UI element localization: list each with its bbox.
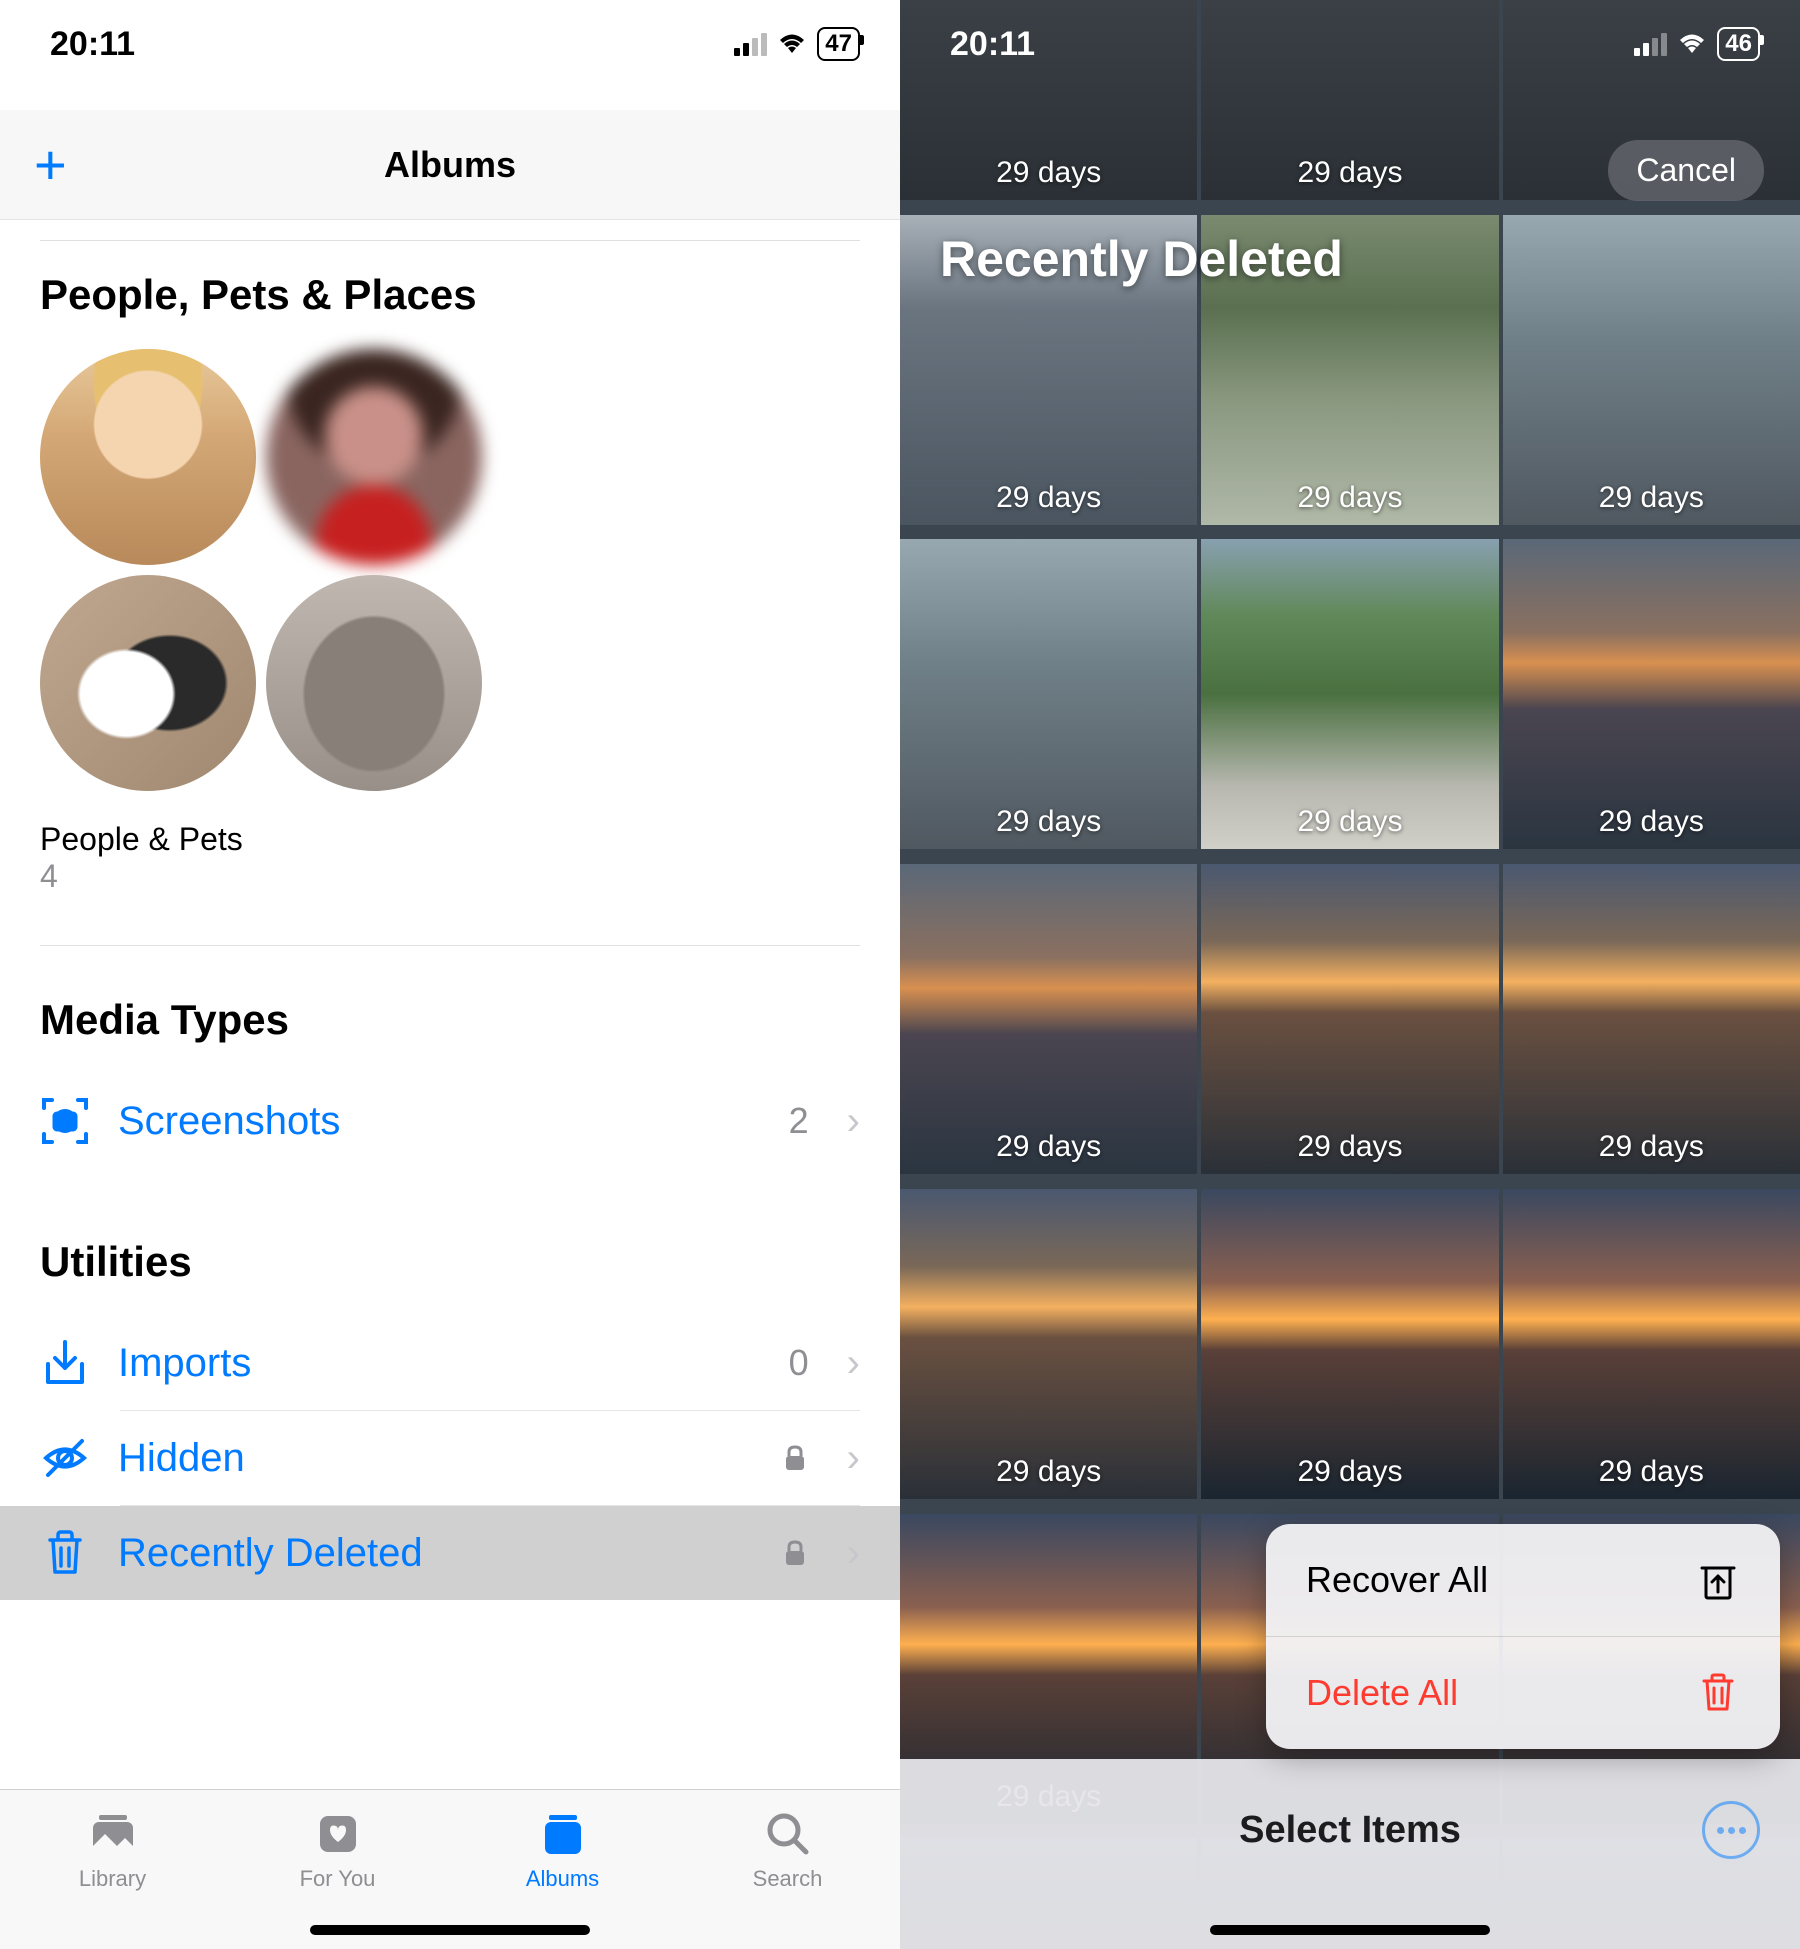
row-count: 0 [789,1342,809,1384]
action-sheet: Recover All Delete All [1266,1524,1780,1749]
row-label: Screenshots [118,1099,761,1144]
albums-icon [535,1806,591,1862]
screenshots-icon [40,1096,90,1146]
pet-avatar [266,575,482,791]
days-remaining: 29 days [1503,1455,1800,1489]
photo-thumb[interactable]: 29 days [1201,1189,1498,1499]
status-bar: 20:11 46 [900,0,1800,88]
battery-icon: 46 [1717,27,1760,61]
nav-header: + Albums [0,110,900,220]
chevron-right-icon: › [847,1341,860,1386]
days-remaining: 29 days [900,805,1197,839]
cellular-signal-icon [734,32,767,56]
wifi-icon [1677,32,1707,56]
status-bar: 20:11 47 [0,0,900,88]
recently-deleted-screen: 29 days 29 days 29 days 29 days 29 days … [900,0,1800,1949]
section-title-people: People, Pets & Places [0,271,900,349]
days-remaining: 29 days [1503,481,1800,515]
photo-thumb[interactable]: 29 days [1201,539,1498,849]
photo-thumb[interactable]: 29 days [1503,864,1800,1174]
tab-label: Search [753,1866,823,1892]
days-remaining: 29 days [1503,1130,1800,1164]
photo-thumb[interactable]: 29 days [1503,539,1800,849]
status-time: 20:11 [950,25,1035,64]
face-avatar [266,349,482,565]
photo-thumb[interactable]: 29 days [900,864,1197,1174]
albums-screen: 20:11 47 + Albums People, Pets & Places … [0,0,900,1949]
add-button[interactable]: + [34,132,67,197]
photo-thumb[interactable]: 29 days [900,539,1197,849]
recover-icon [1696,1558,1740,1602]
trash-icon [40,1528,90,1578]
status-indicators: 46 [1634,27,1760,61]
imports-icon [40,1338,90,1388]
bottom-toolbar: Select Items [900,1759,1800,1949]
photo-thumb[interactable]: 29 days [1503,1189,1800,1499]
days-remaining: 29 days [1201,1130,1498,1164]
days-remaining: 29 days [900,481,1197,515]
section-title-utilities: Utilities [0,1238,900,1316]
action-label: Delete All [1306,1672,1458,1714]
lock-icon [781,1444,809,1472]
row-label: Hidden [118,1436,753,1481]
recover-all-button[interactable]: Recover All [1266,1524,1780,1636]
photo-thumb[interactable]: 29 days [1503,215,1800,525]
home-indicator[interactable] [310,1925,590,1935]
tab-label: Library [79,1866,146,1892]
tab-label: Albums [526,1866,599,1892]
cancel-button[interactable]: Cancel [1608,140,1764,201]
action-label: Recover All [1306,1559,1488,1601]
battery-icon: 47 [817,27,860,61]
tab-library[interactable]: Library [28,1806,198,1949]
page-title: Albums [384,144,516,186]
chevron-right-icon: › [847,1099,860,1144]
search-icon [760,1806,816,1862]
for-you-icon [310,1806,366,1862]
row-imports[interactable]: Imports 0 › [0,1316,900,1410]
album-label: People & Pets [0,811,900,858]
home-indicator[interactable] [1210,1925,1490,1935]
content[interactable]: People, Pets & Places People & Pets 4 Me… [0,240,900,1789]
trash-icon [1696,1671,1740,1715]
days-remaining: 29 days [900,1130,1197,1164]
library-icon [85,1806,141,1862]
row-recently-deleted[interactable]: Recently Deleted › [0,1506,900,1600]
days-remaining: 29 days [1201,481,1498,515]
days-remaining: 29 days [1201,805,1498,839]
wifi-icon [777,32,807,56]
tab-bar: Library For You Albums Search [0,1789,900,1949]
tab-search[interactable]: Search [703,1806,873,1949]
status-indicators: 47 [734,27,860,61]
photo-thumb[interactable]: 29 days [900,1189,1197,1499]
people-album[interactable] [0,349,900,811]
row-count: 2 [789,1100,809,1142]
delete-all-button[interactable]: Delete All [1266,1636,1780,1749]
hidden-icon [40,1433,90,1483]
photo-thumb[interactable]: 29 days [1201,864,1498,1174]
select-items-button[interactable]: Select Items [1239,1809,1461,1852]
cellular-signal-icon [1634,32,1667,56]
pet-avatar [40,575,256,791]
section-title-media-types: Media Types [0,996,900,1074]
chevron-right-icon: › [847,1531,860,1576]
row-screenshots[interactable]: Screenshots 2 › [0,1074,900,1168]
row-hidden[interactable]: Hidden › [0,1411,900,1505]
chevron-right-icon: › [847,1436,860,1481]
tab-label: For You [300,1866,376,1892]
days-remaining: 29 days [900,156,1197,190]
days-remaining: 29 days [900,1455,1197,1489]
row-label: Imports [118,1341,761,1386]
face-avatar [40,349,256,565]
status-time: 20:11 [50,25,135,64]
days-remaining: 29 days [1503,805,1800,839]
days-remaining: 29 days [1201,156,1498,190]
page-title: Recently Deleted [940,230,1343,288]
album-count: 4 [0,858,900,945]
days-remaining: 29 days [1201,1455,1498,1489]
lock-icon [781,1539,809,1567]
row-label: Recently Deleted [118,1531,753,1576]
more-button[interactable] [1702,1801,1760,1859]
divider [40,240,860,241]
divider [40,945,860,946]
